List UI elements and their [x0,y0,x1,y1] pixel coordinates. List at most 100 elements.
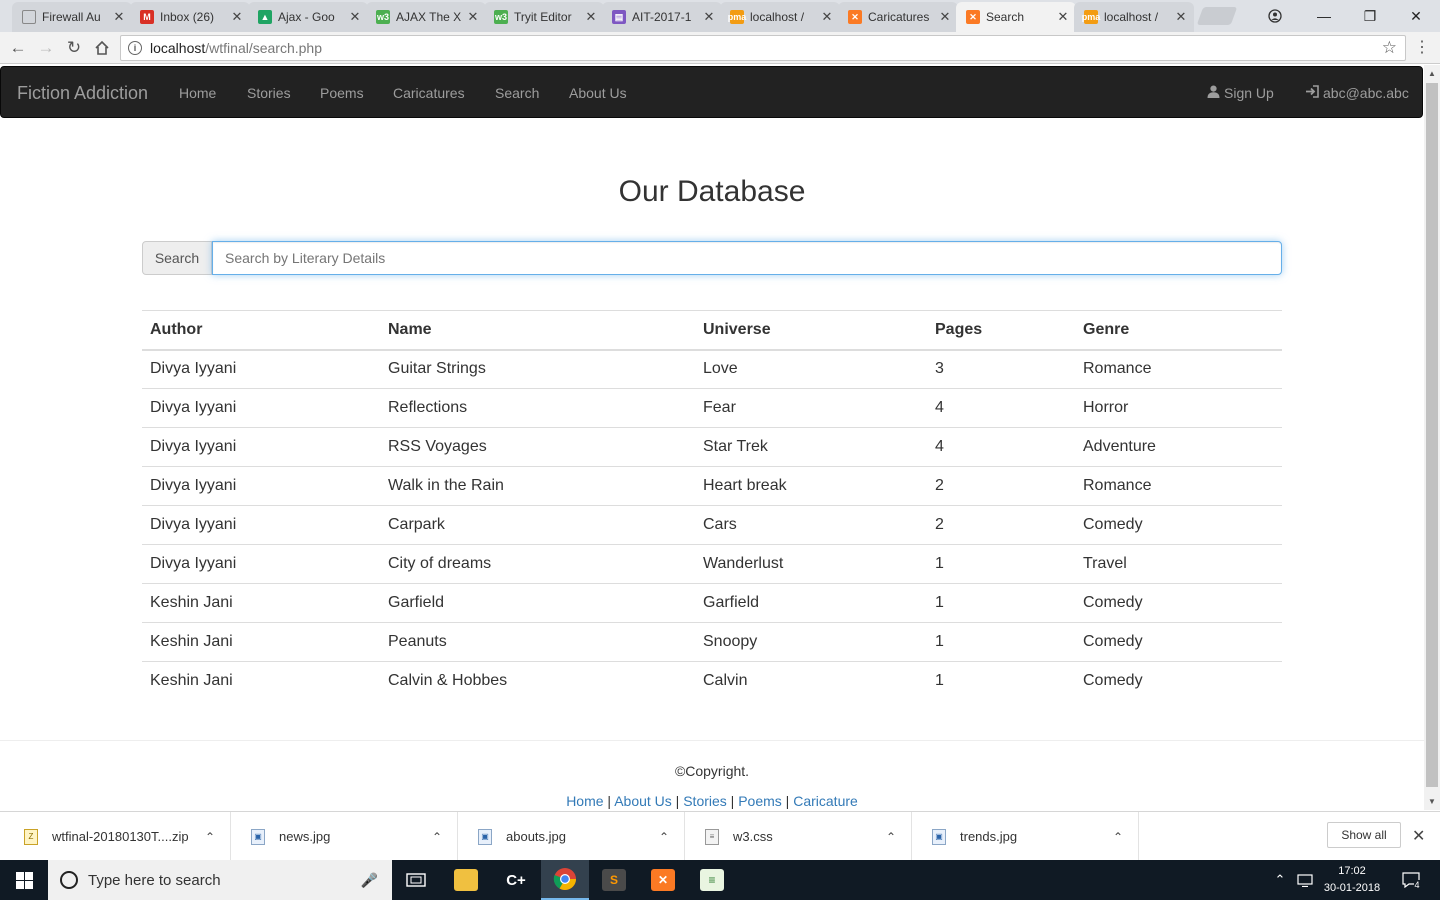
browser-tab[interactable]: ▲ Ajax - Goo ✕ [248,2,368,32]
nav-stories[interactable]: Stories [247,85,291,101]
chevron-up-icon[interactable]: ⌃ [644,830,684,844]
footer-link-stories[interactable]: Stories [683,793,727,809]
scroll-thumb[interactable] [1426,83,1438,787]
reload-icon[interactable]: ↻ [62,36,86,60]
footer-link-caricature[interactable]: Caricature [793,793,858,809]
cell-pages: 2 [927,466,1075,506]
download-filename: trends.jpg [960,829,1018,844]
cell-pages: 4 [927,427,1075,467]
cell-universe: Star Trek [695,427,927,467]
scroll-down-icon[interactable]: ▼ [1428,797,1436,806]
drive-icon: ▲ [258,10,272,24]
site-info-icon[interactable]: i [128,41,142,55]
close-tab-icon[interactable]: ✕ [230,9,244,25]
taskbar-clock[interactable]: 17:02 30-01-2018 [1316,863,1388,897]
browser-tab[interactable]: pma localhost / ✕ [720,2,840,32]
close-tab-icon[interactable]: ✕ [112,9,126,25]
download-filename: abouts.jpg [506,829,566,844]
nav-search[interactable]: Search [495,85,539,101]
nav-about-us[interactable]: About Us [569,85,627,101]
chevron-up-icon[interactable]: ⌃ [871,830,911,844]
sublime-text-icon[interactable]: S [590,860,638,900]
microphone-icon[interactable]: 🎤 [361,872,378,889]
chevron-up-icon[interactable]: ⌃ [190,830,230,844]
browser-tab[interactable]: w3 AJAX The X ✕ [366,2,486,32]
cell-genre: Horror [1075,388,1282,428]
xampp-icon[interactable]: ✕ [639,860,687,900]
windows-start-icon[interactable] [0,860,48,900]
footer-link-about-us[interactable]: About Us [614,793,672,809]
phpmyadmin-icon: pma [1081,10,1101,24]
file-explorer-icon[interactable] [442,860,490,900]
cell-genre: Comedy [1075,661,1282,701]
download-item[interactable]: ▣ trends.jpg ⌃ [912,812,1139,861]
maximize-window-icon[interactable]: ❐ [1347,0,1393,32]
tab-title: AJAX The X [396,10,462,24]
browser-tab[interactable]: w3 Tryit Editor ✕ [484,2,604,32]
show-all-downloads-button[interactable]: Show all [1327,822,1401,848]
tray-chevron-up-icon[interactable]: ⌃ [1270,860,1290,900]
browser-tab[interactable]: pma localhost / ✕ [1074,2,1194,32]
scroll-up-icon[interactable]: ▲ [1428,69,1436,78]
download-item[interactable]: Z wtfinal-20180130T....zip ⌃ [4,812,231,861]
minimize-window-icon[interactable]: — [1301,0,1347,32]
close-shelf-icon[interactable]: ✕ [1412,826,1425,846]
download-item[interactable]: ≡ w3.css ⌃ [685,812,912,861]
taskbar-search-box[interactable]: Type here to search 🎤 [48,860,392,900]
close-window-icon[interactable]: ✕ [1393,0,1439,32]
table-header-row: Author Name Universe Pages Genre [142,310,1282,351]
address-bar[interactable]: i localhost/wtfinal/search.php ☆ [120,35,1406,61]
browser-menu-icon[interactable]: ⋮ [1412,38,1432,58]
close-tab-icon[interactable]: ✕ [702,9,716,25]
browser-tab[interactable]: ✕ Caricatures ✕ [838,2,958,32]
task-view-icon[interactable] [392,860,440,900]
account-link[interactable]: abc@abc.abc [1305,85,1409,101]
close-tab-icon[interactable]: ✕ [1174,9,1188,25]
browser-tab[interactable]: Firewall Au ✕ [12,2,132,32]
cell-author: Divya Iyyani [142,544,380,584]
new-tab-button[interactable] [1196,7,1238,25]
browser-tab[interactable]: M Inbox (26) ✕ [130,2,250,32]
footer-link-poems[interactable]: Poems [738,793,782,809]
codeblocks-icon[interactable]: C+ [492,860,540,900]
page-title: Our Database [618,175,806,208]
footer-link-home[interactable]: Home [566,793,603,809]
close-tab-icon[interactable]: ✕ [584,9,598,25]
page-scrollbar[interactable]: ▲ ▼ [1424,65,1440,810]
notepad-icon[interactable]: ≡ [688,860,736,900]
close-tab-icon[interactable]: ✕ [1056,9,1070,25]
forward-icon[interactable]: → [34,36,58,60]
download-item[interactable]: ▣ news.jpg ⌃ [231,812,458,861]
table-row: Divya Iyyani RSS Voyages Star Trek 4 Adventu… [142,427,1282,467]
close-tab-icon[interactable]: ✕ [938,9,952,25]
browser-tab[interactable]: ✕ Search ✕ [956,2,1076,32]
tab-title: Search [986,10,1025,24]
close-tab-icon[interactable]: ✕ [466,9,480,25]
search-input[interactable] [212,241,1282,275]
close-tab-icon[interactable]: ✕ [348,9,362,25]
nav-home[interactable]: Home [179,85,216,101]
chrome-icon[interactable] [541,860,589,900]
clock-time: 17:02 [1338,865,1366,877]
nav-caricatures[interactable]: Caricatures [393,85,465,101]
home-icon[interactable] [90,36,114,60]
download-item[interactable]: ▣ abouts.jpg ⌃ [458,812,685,861]
footer-divider [0,740,1424,741]
cell-pages: 1 [927,583,1075,623]
header-universe: Universe [695,310,927,351]
user-icon [1207,85,1220,101]
cell-author: Divya Iyyani [142,427,380,467]
browser-tab[interactable]: ▤ AIT-2017-1 ✕ [602,2,722,32]
signup-link[interactable]: Sign Up [1207,85,1274,101]
nav-poems[interactable]: Poems [320,85,364,101]
network-icon[interactable] [1294,860,1316,900]
site-brand[interactable]: Fiction Addiction [17,83,148,104]
copyright-text: ©Copyright. [674,763,750,779]
close-tab-icon[interactable]: ✕ [820,9,834,25]
back-icon[interactable]: ← [6,36,30,60]
notifications-icon[interactable]: 4 [1396,860,1426,900]
bookmark-star-icon[interactable]: ☆ [1382,38,1397,58]
chevron-up-icon[interactable]: ⌃ [417,830,457,844]
chevron-up-icon[interactable]: ⌃ [1098,830,1138,844]
profile-icon[interactable] [1252,0,1298,32]
